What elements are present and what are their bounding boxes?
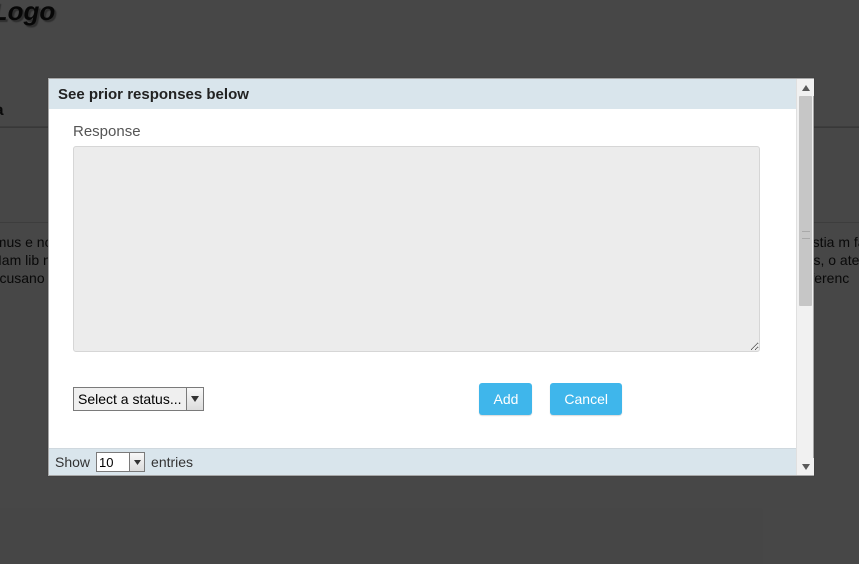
add-button[interactable]: Add	[479, 383, 532, 415]
status-select-field[interactable]: Select a status...	[74, 388, 186, 410]
chevron-down-icon	[186, 388, 203, 410]
response-textarea[interactable]	[73, 146, 760, 352]
datatable-length-control: Show 10 entries	[49, 448, 796, 475]
page-size-select-field[interactable]: 10	[97, 453, 129, 471]
chevron-down-icon	[129, 453, 144, 471]
page-size-select[interactable]: 10	[96, 452, 145, 472]
scrollbar-thumb[interactable]	[799, 96, 812, 306]
entries-label: entries	[151, 454, 193, 470]
modal-body: Response Select a status... Add Cancel	[49, 109, 796, 448]
scroll-down-button[interactable]	[797, 458, 814, 475]
modal-scrollbar[interactable]	[796, 79, 813, 475]
status-select[interactable]: Select a status...	[73, 387, 204, 411]
response-modal: See prior responses below Response Selec…	[48, 78, 814, 476]
response-label: Response	[73, 123, 772, 140]
cancel-button[interactable]: Cancel	[550, 383, 622, 415]
show-label: Show	[55, 454, 90, 470]
modal-title: See prior responses below	[49, 79, 813, 111]
scrollbar-grip-icon	[802, 231, 810, 239]
scroll-up-button[interactable]	[797, 79, 814, 96]
